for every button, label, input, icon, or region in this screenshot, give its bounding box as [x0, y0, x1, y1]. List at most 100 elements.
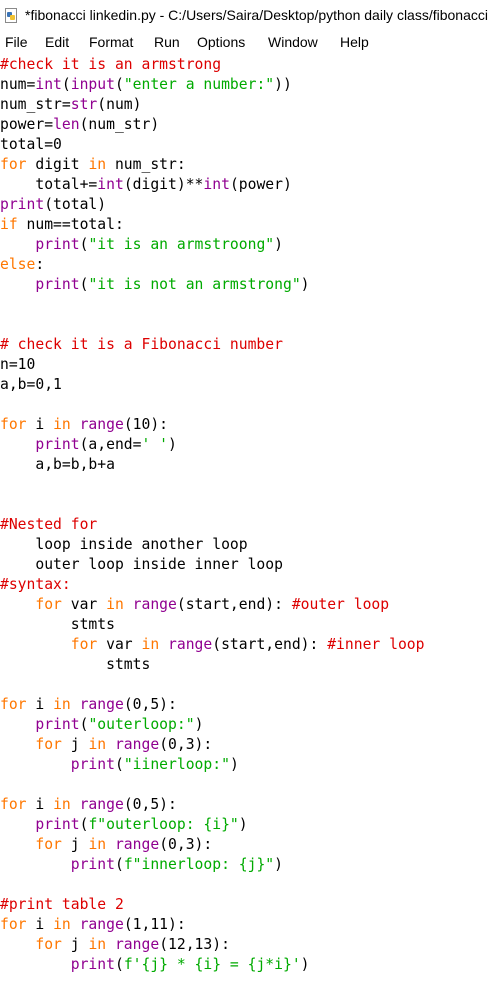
builtin-token: print: [35, 716, 80, 733]
code-line: #print table 2: [0, 895, 425, 915]
code-line: total+=int(digit)**int(power): [0, 175, 425, 195]
code-token: num_str:: [106, 156, 186, 173]
code-line: for i in range(0,5):: [0, 795, 425, 815]
code-token: (num): [97, 96, 142, 113]
code-token: stmts: [0, 616, 115, 633]
comment-token: #Nested for: [0, 516, 98, 533]
code-editor[interactable]: #check it is an armstrong num=int(input("…: [0, 53, 488, 984]
code-token: (1,11):: [123, 916, 186, 933]
menu-edit[interactable]: Edit: [45, 34, 69, 50]
keyword-token: in: [88, 936, 107, 953]
code-token: (0,5):: [123, 796, 177, 813]
code-token: ): [238, 816, 248, 833]
builtin-token: len: [53, 116, 80, 133]
string-token: "it is not an armstrong": [88, 276, 301, 293]
builtin-token: print: [35, 276, 80, 293]
code-token: i: [26, 696, 54, 713]
menu-format[interactable]: Format: [89, 34, 133, 50]
code-line: stmts: [0, 615, 425, 635]
keyword-token: if: [0, 216, 18, 233]
code-line: n=10: [0, 355, 425, 375]
code-token: (: [114, 76, 124, 93]
builtin-token: range: [114, 936, 160, 953]
code-token: (start,end):: [176, 596, 292, 613]
code-line: stmts: [0, 655, 425, 675]
code-line: a,b=b,b+a: [0, 455, 425, 475]
comment-token: #outer loop: [291, 596, 390, 613]
menu-help[interactable]: Help: [340, 34, 369, 50]
keyword-token: in: [88, 156, 107, 173]
code-token: (0,3):: [159, 736, 213, 753]
code-line: print("it is not an armstrong"): [0, 275, 425, 295]
code-line: for j in range(12,13):: [0, 935, 425, 955]
menu-file[interactable]: File: [5, 34, 28, 50]
code-line: for var in range(start,end): #outer loop: [0, 595, 425, 615]
code-line: a,b=0,1: [0, 375, 425, 395]
code-line: for j in range(0,3):: [0, 735, 425, 755]
code-token: (num_str): [79, 116, 160, 133]
menu-options[interactable]: Options: [197, 34, 245, 50]
code-line: print("it is an armstroong"): [0, 235, 425, 255]
string-token: f"outerloop: {i}": [88, 816, 239, 833]
code-text: #check it is an armstrong num=int(input("…: [0, 55, 425, 975]
builtin-token: str: [70, 96, 98, 113]
keyword-token: in: [141, 636, 160, 653]
code-line: if num==total:: [0, 215, 425, 235]
menu-run[interactable]: Run: [154, 34, 180, 50]
code-token: var: [97, 636, 142, 653]
code-token: j: [61, 736, 89, 753]
code-line: loop inside another loop: [0, 535, 425, 555]
code-line: num=int(input("enter a number:")): [0, 75, 425, 95]
keyword-token: for: [0, 156, 27, 173]
code-token: (10):: [123, 416, 169, 433]
code-token: (: [114, 856, 124, 873]
title-bar: *fibonacci linkedin.py - C:/Users/Saira/…: [0, 0, 488, 31]
builtin-token: range: [114, 736, 160, 753]
code-token: power=: [0, 116, 54, 133]
code-token: (0,5):: [123, 696, 177, 713]
keyword-token: for: [35, 836, 62, 853]
keyword-token: for: [0, 416, 27, 433]
keyword-token: for: [0, 916, 27, 933]
code-token: (: [61, 76, 71, 93]
code-line: print("iinerloop:"): [0, 755, 425, 775]
code-token: )): [274, 76, 292, 93]
code-token: ): [194, 716, 204, 733]
code-line: power=len(num_str): [0, 115, 425, 135]
builtin-token: print: [70, 856, 115, 873]
menu-window[interactable]: Window: [268, 34, 318, 50]
code-line: print(total): [0, 195, 425, 215]
code-token: ): [274, 856, 283, 873]
code-token: ): [300, 956, 310, 973]
code-token: (0,3):: [159, 836, 213, 853]
code-token: digit: [26, 156, 89, 173]
keyword-token: in: [53, 696, 71, 713]
python-file-icon: [5, 8, 17, 23]
keyword-token: for: [0, 796, 27, 813]
string-token: "iinerloop:": [123, 756, 230, 773]
code-line: for i in range(1,11):: [0, 915, 425, 935]
code-line: for var in range(start,end): #inner loop: [0, 635, 425, 655]
code-line: for j in range(0,3):: [0, 835, 425, 855]
keyword-token: in: [106, 596, 124, 613]
code-token: var: [61, 596, 107, 613]
code-token: num==total:: [17, 216, 124, 233]
keyword-token: for: [35, 596, 62, 613]
code-token: (digit)**: [123, 176, 204, 193]
comment-token: #print table 2: [0, 896, 124, 913]
